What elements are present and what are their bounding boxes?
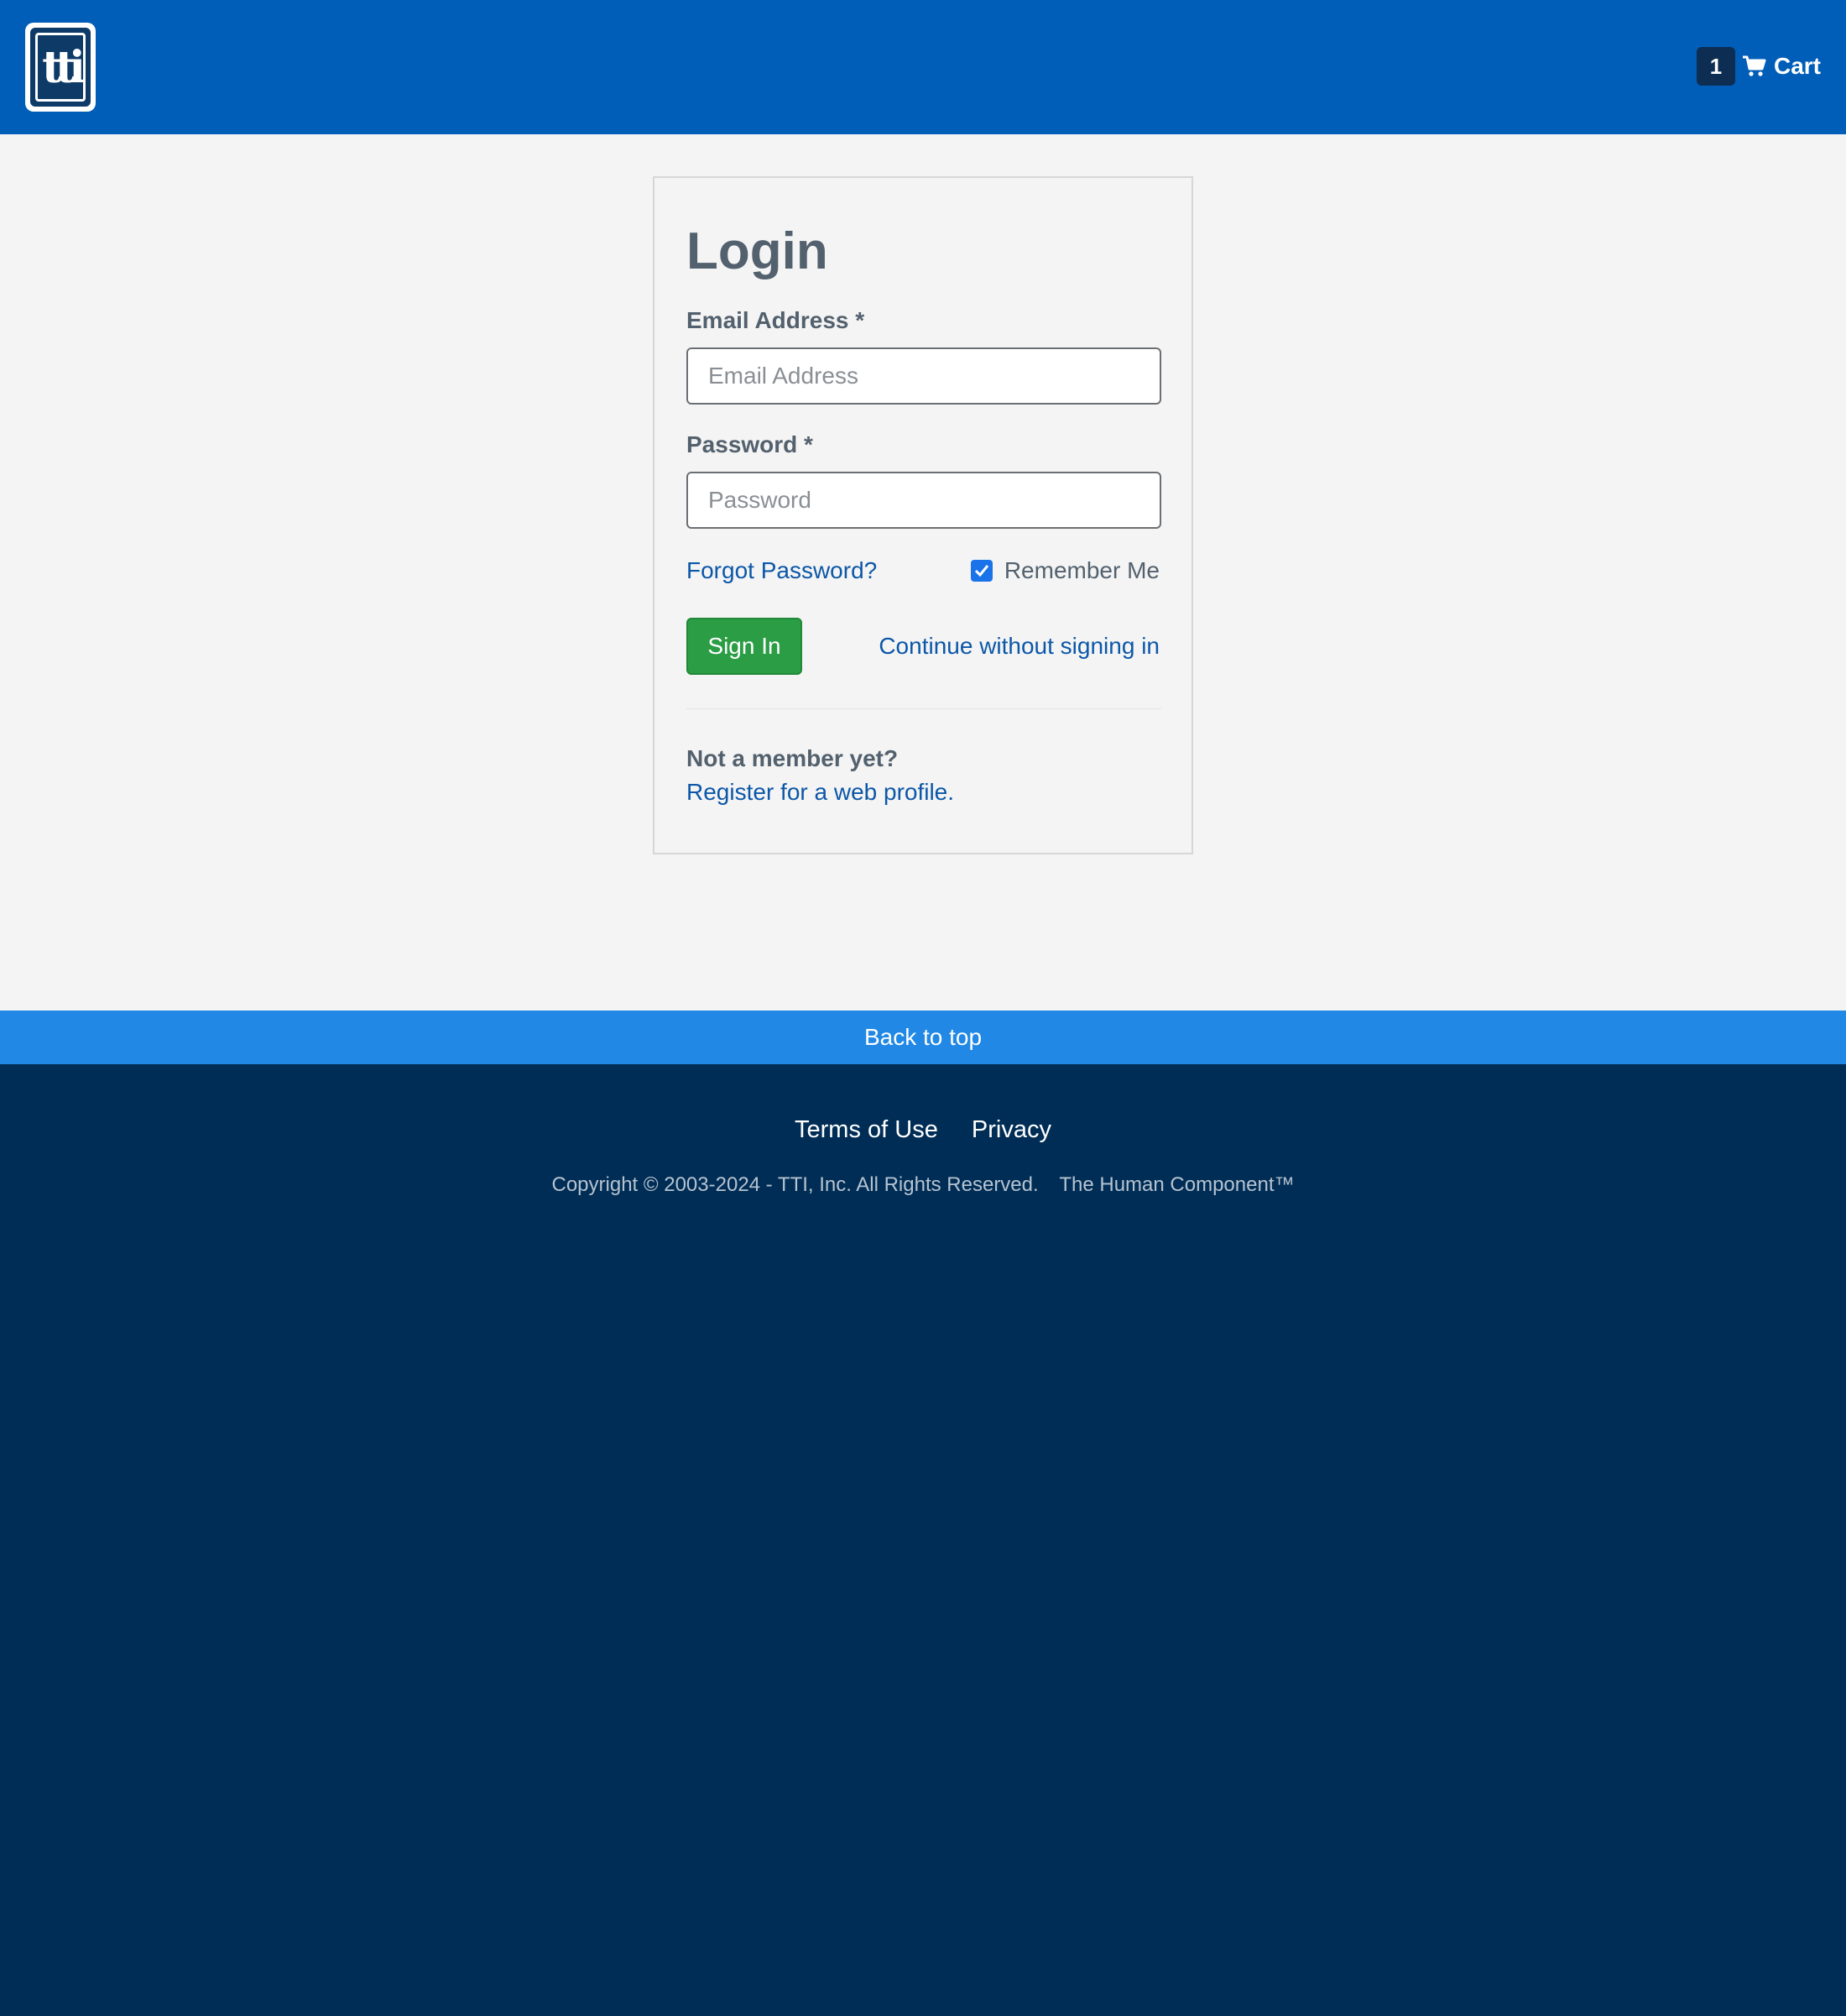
cart-count-badge: 1 [1696, 47, 1735, 86]
cart-link[interactable]: 1 Cart [1696, 47, 1821, 86]
password-input[interactable] [686, 472, 1161, 529]
footer: Terms of Use Privacy Copyright © 2003-20… [0, 1064, 1846, 2016]
email-label: Email Address * [686, 307, 865, 333]
logo-background: tti [30, 28, 91, 107]
login-title: Login [686, 222, 828, 280]
logo-frame: tti [35, 33, 86, 102]
divider [686, 708, 1161, 709]
login-card: Login Email Address * Password * Forgot … [653, 176, 1193, 854]
forgot-password-link[interactable]: Forgot Password? [686, 557, 877, 584]
email-input[interactable] [686, 347, 1161, 405]
shopping-cart-icon [1742, 55, 1766, 76]
top-navbar: tti 1 Cart [0, 0, 1846, 134]
checkmark-icon [974, 565, 988, 577]
copyright-text: Copyright © 2003-2024 - TTI, Inc. All Ri… [551, 1173, 1039, 1196]
cart-label: Cart [1773, 53, 1821, 79]
logo-text: tti [42, 42, 86, 93]
terms-of-use-link[interactable]: Terms of Use [795, 1116, 938, 1143]
continue-without-signing-in-link[interactable]: Continue without signing in [879, 633, 1160, 660]
remember-me-label: Remember Me [1004, 557, 1160, 583]
copyright: Copyright © 2003-2024 - TTI, Inc. All Ri… [0, 1173, 1846, 1197]
tti-logo[interactable]: tti [25, 23, 96, 112]
register-link[interactable]: Register for a web profile. [686, 779, 954, 806]
remember-me: Remember Me [970, 557, 1160, 584]
back-to-top-button[interactable]: Back to top [0, 1011, 1846, 1064]
remember-me-checkbox[interactable] [970, 560, 993, 582]
tagline-text: The Human Component™ [1059, 1173, 1295, 1196]
not-member-text: Not a member yet? [686, 745, 899, 771]
privacy-link[interactable]: Privacy [972, 1116, 1051, 1143]
password-label: Password * [686, 431, 813, 457]
footer-links: Terms of Use Privacy [0, 1116, 1846, 1144]
sign-in-button[interactable]: Sign In [686, 618, 802, 675]
